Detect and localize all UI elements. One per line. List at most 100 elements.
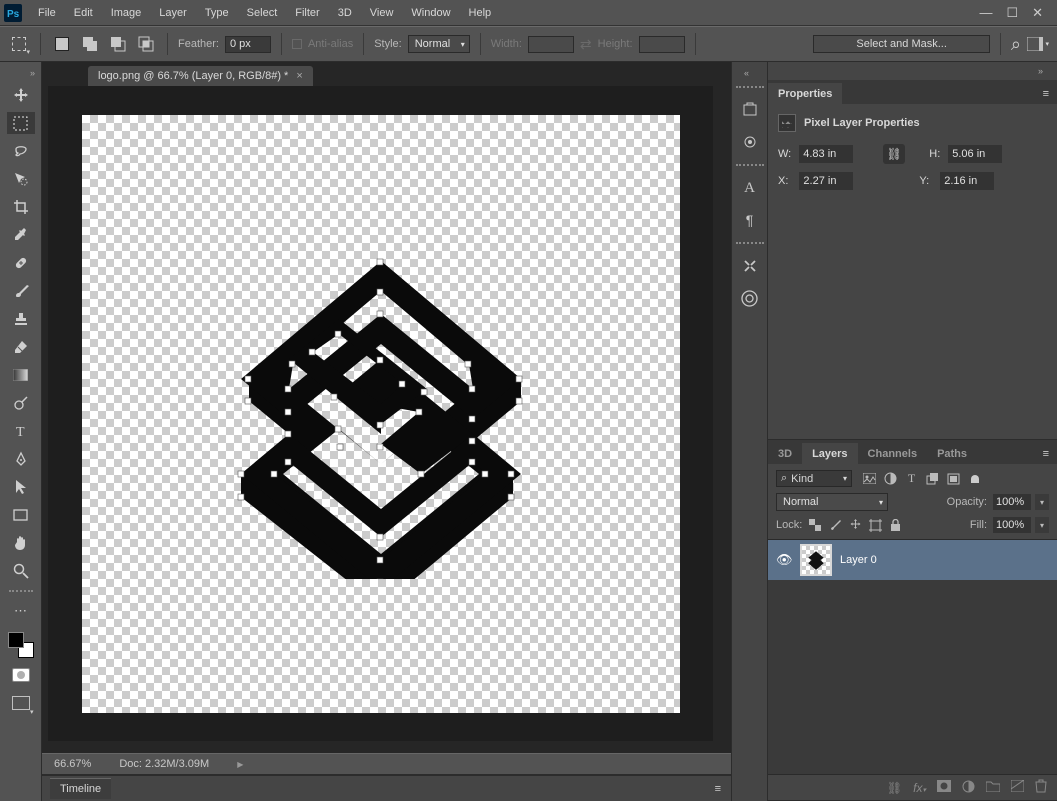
brush-tool-icon[interactable] — [7, 280, 35, 302]
add-selection-icon[interactable] — [79, 33, 101, 55]
current-tool-icon[interactable] — [8, 33, 30, 55]
feather-input[interactable] — [225, 36, 271, 53]
menu-window[interactable]: Window — [403, 3, 458, 23]
workspace-switcher-icon[interactable]: ▾ — [1027, 33, 1049, 55]
character-panel-icon[interactable]: A — [736, 174, 764, 202]
layer-thumbnail[interactable] — [800, 544, 832, 576]
link-dimensions-icon[interactable]: ⛓ — [883, 144, 905, 164]
menu-type[interactable]: Type — [197, 3, 237, 23]
layer-row[interactable]: 👁 Layer 0 — [768, 540, 1057, 580]
quick-select-tool-icon[interactable] — [7, 168, 35, 190]
menu-select[interactable]: Select — [239, 3, 286, 23]
adjustment-layer-icon[interactable] — [962, 780, 975, 796]
visibility-icon[interactable]: 👁 — [776, 552, 792, 568]
pen-tool-icon[interactable] — [7, 448, 35, 470]
paragraph-panel-icon[interactable]: ¶ — [736, 206, 764, 234]
delete-layer-icon[interactable] — [1035, 779, 1047, 796]
history-panel-icon[interactable] — [736, 96, 764, 124]
menu-file[interactable]: File — [30, 3, 64, 23]
menu-3d[interactable]: 3D — [330, 3, 360, 23]
layers-tab[interactable]: Layers — [802, 443, 857, 464]
document-tab[interactable]: logo.png @ 66.7% (Layer 0, RGB/8#) * × — [88, 66, 313, 86]
panel-menu-icon[interactable]: ≡ — [1035, 84, 1057, 104]
menu-edit[interactable]: Edit — [66, 3, 101, 23]
lock-all-icon[interactable] — [888, 518, 902, 532]
layer-filter-dropdown[interactable]: ⌕Kind — [776, 470, 852, 487]
properties-tab[interactable]: Properties — [768, 83, 842, 104]
intersect-selection-icon[interactable] — [135, 33, 157, 55]
gradient-tool-icon[interactable] — [7, 364, 35, 386]
panel-menu-icon[interactable]: ≡ — [1035, 444, 1057, 464]
filter-type-icon[interactable]: T — [904, 471, 919, 486]
lock-position-icon[interactable] — [848, 518, 862, 532]
filter-smart-icon[interactable] — [946, 471, 961, 486]
3d-tab[interactable]: 3D — [768, 443, 802, 464]
channels-tab[interactable]: Channels — [858, 443, 928, 464]
blend-mode-dropdown[interactable]: Normal — [776, 493, 888, 511]
libraries-panel-icon[interactable] — [736, 284, 764, 312]
dodge-tool-icon[interactable] — [7, 392, 35, 414]
screen-mode-icon[interactable] — [7, 692, 35, 714]
quick-mask-icon[interactable] — [7, 664, 35, 686]
width-field[interactable] — [799, 145, 853, 163]
eraser-tool-icon[interactable] — [7, 336, 35, 358]
crop-tool-icon[interactable] — [7, 196, 35, 218]
marquee-tool-icon[interactable] — [7, 112, 35, 134]
edit-toolbar-icon[interactable]: ⋯ — [7, 600, 35, 622]
eyedropper-tool-icon[interactable] — [7, 224, 35, 246]
layer-name[interactable]: Layer 0 — [840, 554, 877, 566]
type-tool-icon[interactable]: T — [7, 420, 35, 442]
layer-mask-icon[interactable] — [937, 780, 951, 795]
layer-fx-icon[interactable]: fx▾ — [913, 781, 926, 795]
menu-view[interactable]: View — [362, 3, 402, 23]
maximize-button[interactable]: ☐ — [1006, 5, 1018, 21]
color-swatches[interactable] — [8, 632, 34, 658]
filter-toggle-icon[interactable] — [971, 475, 979, 483]
doc-info-arrow-icon[interactable]: ▶ — [237, 760, 243, 769]
zoom-level[interactable]: 66.67% — [54, 758, 91, 770]
collapse-panels-icon[interactable]: » — [1030, 62, 1051, 80]
lock-transparency-icon[interactable] — [808, 518, 822, 532]
healing-tool-icon[interactable] — [7, 252, 35, 274]
collapse-icon[interactable]: » — [30, 68, 35, 78]
brush-panel-icon[interactable] — [736, 128, 764, 156]
height-field[interactable] — [948, 145, 1002, 163]
doc-info[interactable]: Doc: 2.32M/3.09M — [119, 758, 209, 770]
new-selection-icon[interactable] — [51, 33, 73, 55]
menu-image[interactable]: Image — [103, 3, 150, 23]
opacity-field[interactable] — [993, 494, 1031, 510]
move-tool-icon[interactable] — [7, 84, 35, 106]
subtract-selection-icon[interactable] — [107, 33, 129, 55]
link-layers-icon[interactable]: ⛓ — [887, 781, 902, 795]
hand-tool-icon[interactable] — [7, 532, 35, 554]
y-field[interactable] — [940, 172, 994, 190]
lock-pixels-icon[interactable] — [828, 518, 842, 532]
menu-filter[interactable]: Filter — [287, 3, 327, 23]
filter-pixel-icon[interactable] — [862, 471, 877, 486]
expand-dock-icon[interactable]: « — [744, 68, 749, 78]
layer-list[interactable]: 👁 Layer 0 — [768, 539, 1057, 774]
fill-slider-icon[interactable]: ▾ — [1035, 517, 1049, 533]
x-field[interactable] — [799, 172, 853, 190]
document-canvas[interactable] — [82, 115, 680, 713]
opacity-slider-icon[interactable]: ▾ — [1035, 494, 1049, 510]
lasso-tool-icon[interactable] — [7, 140, 35, 162]
filter-adjust-icon[interactable] — [883, 471, 898, 486]
rectangle-tool-icon[interactable] — [7, 504, 35, 526]
search-icon[interactable] — [1011, 34, 1021, 55]
close-button[interactable]: ✕ — [1032, 5, 1043, 21]
timeline-tab[interactable]: Timeline — [50, 778, 111, 799]
close-tab-icon[interactable]: × — [296, 70, 302, 82]
style-dropdown[interactable]: Normal — [408, 35, 470, 53]
minimize-button[interactable]: — — [979, 5, 992, 20]
stamp-tool-icon[interactable] — [7, 308, 35, 330]
path-select-tool-icon[interactable] — [7, 476, 35, 498]
menu-layer[interactable]: Layer — [151, 3, 195, 23]
filter-shape-icon[interactable] — [925, 471, 940, 486]
paths-tab[interactable]: Paths — [927, 443, 977, 464]
select-and-mask-button[interactable]: Select and Mask... — [813, 35, 990, 53]
menu-help[interactable]: Help — [461, 3, 500, 23]
panel-menu-icon[interactable]: ≡ — [705, 783, 731, 795]
fill-field[interactable] — [993, 517, 1031, 533]
canvas-viewport[interactable] — [48, 86, 713, 741]
